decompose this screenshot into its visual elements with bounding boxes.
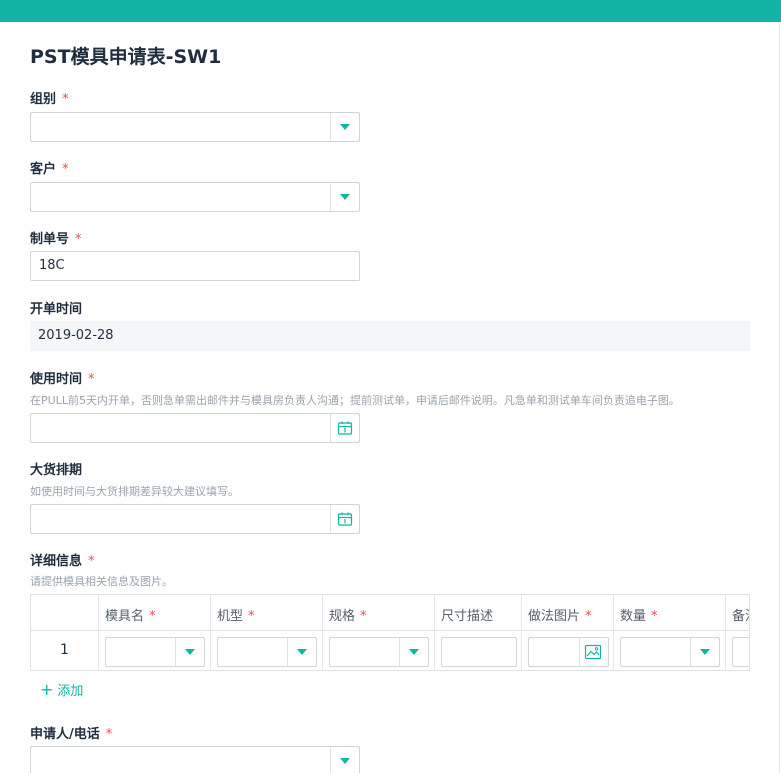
column-header-model: 机型 * xyxy=(210,595,322,631)
open-time-field: 2019-02-28 xyxy=(30,321,750,351)
calendar-icon[interactable] xyxy=(337,420,353,436)
spec-select[interactable] xyxy=(329,637,429,667)
column-header-mold-name: 模具名 * xyxy=(98,595,210,631)
column-header-size-desc: 尺寸描述 xyxy=(434,595,521,631)
details-label: 详细信息 * xyxy=(30,554,95,569)
chevron-down-icon[interactable] xyxy=(297,649,307,655)
model-select[interactable] xyxy=(217,637,317,667)
table-cell xyxy=(434,631,521,670)
table-cell xyxy=(725,631,749,670)
size-desc-input[interactable] xyxy=(441,637,517,667)
table-cell xyxy=(521,631,613,670)
chevron-down-icon[interactable] xyxy=(340,758,350,764)
column-header-quantity: 数量 * xyxy=(613,595,725,631)
table-cell xyxy=(98,631,210,670)
form-title: PST模具申请表-SW1 xyxy=(30,46,222,68)
table-header: 模具名* 机型* 规格* 尺寸描述 做法图片* 数量* 备注 xyxy=(31,595,749,631)
add-row-button[interactable]: + 添加 xyxy=(40,680,83,699)
use-time-hint: 在PULL前5天内开单，否则急单需出邮件并与模具房负责人沟通；提前测试单，申请后… xyxy=(30,394,680,407)
column-header-spec: 规格 * xyxy=(322,595,434,631)
chevron-down-icon[interactable] xyxy=(340,124,350,130)
order-no-input[interactable]: 18C xyxy=(30,251,360,281)
remarks-input[interactable] xyxy=(732,637,749,667)
order-no-value: 18C xyxy=(39,258,65,273)
table-cell xyxy=(613,631,725,670)
open-time-label: 开单时间 xyxy=(30,302,83,317)
group-label: 组别 * xyxy=(30,92,69,107)
table-cell xyxy=(210,631,322,670)
chevron-down-icon[interactable] xyxy=(185,649,195,655)
column-header-method-image: 做法图片 * xyxy=(521,595,613,631)
plus-icon: + xyxy=(40,680,54,699)
panel-border xyxy=(779,22,780,773)
table-row-index: 1 xyxy=(60,642,69,658)
details-table: 模具名* 机型* 规格* 尺寸描述 做法图片* 数量* 备注 1 xyxy=(30,594,750,671)
mold-name-select[interactable] xyxy=(105,637,205,667)
details-hint: 请提供模具相关信息及图片。 xyxy=(30,575,173,588)
chevron-down-icon[interactable] xyxy=(340,194,350,200)
column-header-remarks: 备注 xyxy=(725,595,749,631)
quantity-select[interactable] xyxy=(620,637,720,667)
bulk-schedule-hint: 如使用时间与大货排期差异较大建议填写。 xyxy=(30,485,239,498)
chevron-down-icon[interactable] xyxy=(409,649,419,655)
bulk-schedule-date-input[interactable] xyxy=(30,504,360,534)
table-cell xyxy=(322,631,434,670)
open-time-value: 2019-02-28 xyxy=(38,328,114,343)
bulk-schedule-label: 大货排期 xyxy=(30,463,83,478)
chevron-down-icon[interactable] xyxy=(700,649,710,655)
customer-select[interactable] xyxy=(30,182,360,212)
method-image-upload[interactable] xyxy=(528,637,609,667)
use-time-label: 使用时间 * xyxy=(30,372,95,387)
calendar-icon[interactable] xyxy=(337,511,353,527)
top-accent-bar xyxy=(0,0,781,22)
image-icon[interactable] xyxy=(584,643,602,661)
customer-label: 客户 * xyxy=(30,162,69,177)
applicant-select[interactable] xyxy=(30,746,360,773)
applicant-label: 申请人/电话 * xyxy=(30,727,113,742)
order-no-label: 制单号 * xyxy=(30,232,82,247)
group-select[interactable] xyxy=(30,112,360,142)
use-time-date-input[interactable] xyxy=(30,413,360,443)
